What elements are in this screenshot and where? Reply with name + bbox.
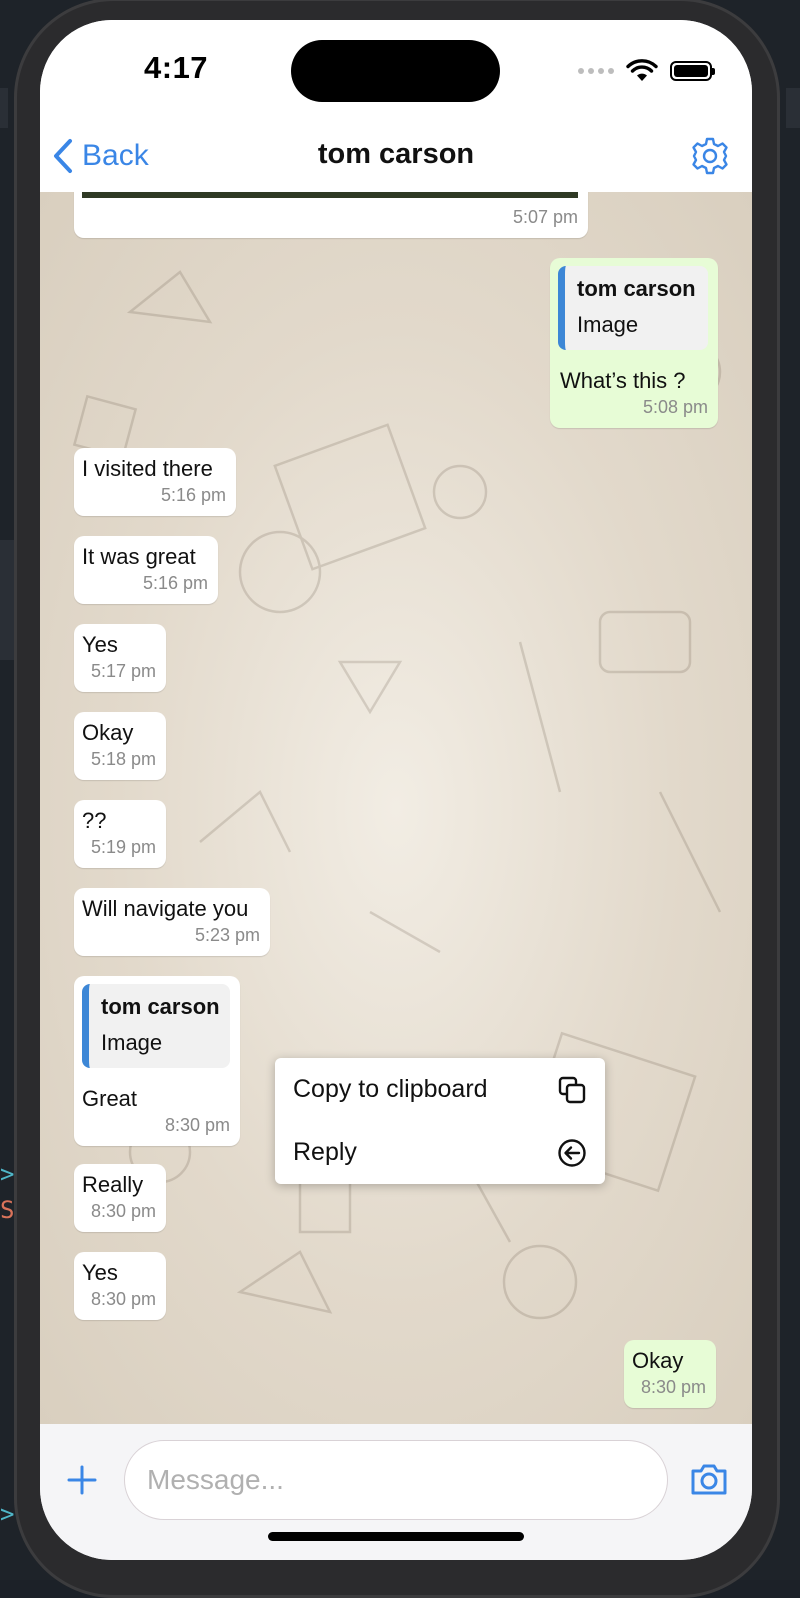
message-bubble-incoming[interactable]: ?? 5:19 pm (74, 800, 166, 868)
message-text: Yes (82, 1260, 118, 1285)
image-attachment (82, 192, 578, 198)
message-bubble-outgoing[interactable]: tom carson Image What’s this ? 5:08 pm (550, 258, 718, 428)
quoted-text: Image (101, 1030, 163, 1055)
message-time: 5:19 pm (90, 837, 156, 857)
message-bubble-incoming[interactable]: tom carson Image Great 8:30 pm (74, 976, 240, 1146)
message-time: 5:23 pm (194, 925, 260, 945)
message-text: Great (82, 1086, 138, 1111)
menu-item-label: Reply (293, 1138, 357, 1166)
message-text: What’s this ? (560, 368, 686, 393)
quoted-sender: tom carson (577, 276, 696, 301)
menu-item-label: Copy to clipboard (293, 1075, 488, 1103)
message-time: 5:16 pm (142, 573, 208, 593)
message-text: Okay (632, 1348, 684, 1373)
status-icons (578, 56, 715, 86)
plus-icon (67, 1465, 97, 1495)
backdrop-glyph: > (0, 1500, 15, 1528)
message-bubble-incoming[interactable]: Okay 5:18 pm (74, 712, 166, 780)
backdrop-glyph: S (0, 1196, 15, 1224)
home-indicator (268, 1532, 524, 1541)
dynamic-island (291, 40, 500, 102)
reply-icon (558, 1138, 586, 1167)
navigation-bar: Back tom carson (40, 120, 752, 192)
battery-icon (670, 61, 715, 81)
message-input[interactable] (124, 1440, 668, 1520)
quoted-message[interactable]: tom carson Image (82, 984, 230, 1068)
camera-icon (691, 1464, 727, 1495)
message-bubble-incoming[interactable]: Will navigate you 5:23 pm (74, 888, 270, 956)
quoted-text: Image (577, 312, 639, 337)
backdrop-strip (0, 540, 14, 660)
message-bubble-incoming[interactable]: Yes 8:30 pm (74, 1252, 166, 1320)
camera-button[interactable] (688, 1458, 730, 1500)
message-bubble-incoming[interactable]: Really 8:30 pm (74, 1164, 166, 1232)
message-time: 5:17 pm (90, 661, 156, 681)
quoted-message[interactable]: tom carson Image (558, 266, 708, 350)
wifi-icon (626, 59, 658, 81)
message-time: 8:30 pm (164, 1115, 230, 1135)
message-time: 8:30 pm (640, 1377, 706, 1397)
add-attachment-button[interactable] (64, 1462, 100, 1498)
message-text: ?? (82, 808, 107, 833)
status-bar: 4:17 (40, 20, 752, 120)
status-time: 4:17 (144, 50, 209, 85)
settings-button[interactable] (690, 136, 730, 176)
message-text: Yes (82, 632, 118, 657)
message-bubble-incoming[interactable]: It was great 5:16 pm (74, 536, 218, 604)
message-bubble-incoming[interactable]: 5:07 pm (74, 192, 588, 238)
quoted-sender: tom carson (101, 994, 220, 1019)
message-bubble-incoming[interactable]: I visited there 5:16 pm (74, 448, 236, 516)
message-bubble-outgoing[interactable]: Okay 8:30 pm (624, 1340, 716, 1408)
phone-screen: 4:17 Back tom carson 5:07 pm tom carson … (40, 20, 752, 1560)
message-text: It was great (82, 544, 196, 569)
message-time: 8:30 pm (90, 1289, 156, 1309)
message-time: 5:08 pm (642, 397, 708, 417)
message-time: 8:30 pm (90, 1201, 156, 1221)
message-time: 5:07 pm (512, 207, 578, 227)
message-bubble-incoming[interactable]: Yes 5:17 pm (74, 624, 166, 692)
message-time: 5:16 pm (160, 485, 226, 505)
chat-title: tom carson (317, 138, 475, 170)
message-text: Will navigate you (82, 896, 249, 921)
backdrop-strip (786, 88, 800, 128)
menu-item-reply[interactable]: Reply (275, 1121, 605, 1184)
menu-item-copy[interactable]: Copy to clipboard (275, 1058, 605, 1121)
copy-icon (558, 1076, 586, 1103)
backdrop-strip (0, 88, 8, 128)
message-text: Okay (82, 720, 134, 745)
message-text: I visited there (82, 456, 213, 481)
message-composer (40, 1424, 752, 1560)
cellular-signal-icon (578, 68, 614, 74)
message-context-menu: Copy to clipboard Reply (275, 1058, 605, 1184)
chat-area[interactable]: 5:07 pm tom carson Image What’s this ? 5… (40, 192, 752, 1424)
gear-icon (692, 137, 728, 175)
message-text: Really (82, 1172, 144, 1197)
message-time: 5:18 pm (90, 749, 156, 769)
backdrop-glyph: > (0, 1160, 15, 1188)
